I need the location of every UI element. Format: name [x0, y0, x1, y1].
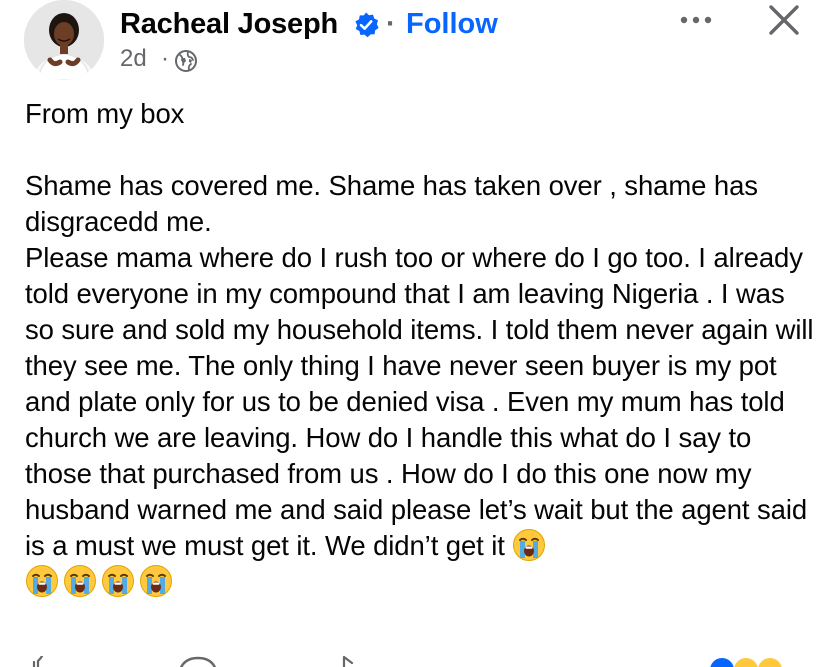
verified-badge-icon: [355, 12, 379, 38]
share-icon[interactable]: [340, 656, 364, 667]
follow-button[interactable]: Follow: [406, 8, 498, 41]
action-bar: [0, 650, 828, 667]
post-paragraph: From my box: [25, 98, 185, 129]
globe-icon[interactable]: [174, 49, 198, 73]
more-options-icon[interactable]: [676, 4, 716, 36]
avatar[interactable]: [24, 0, 104, 80]
post-paragraph-text: Please mama where do I rush too or where…: [25, 242, 821, 561]
like-icon[interactable]: [30, 656, 54, 667]
loudly-crying-face-icon: [102, 565, 134, 597]
post-paragraph: Shame has covered me. Shame has taken ov…: [25, 170, 766, 237]
profile-photo: [24, 0, 104, 80]
post-paragraph: Please mama where do I rush too or where…: [25, 240, 815, 564]
post-blank-line: [25, 132, 815, 168]
name-separator: ·: [386, 8, 396, 40]
post-text: From my box Shame has covered me. Shame …: [25, 96, 815, 600]
timestamp-separator: ·: [161, 45, 169, 72]
loudly-crying-face-icon: [513, 529, 546, 561]
close-icon[interactable]: [766, 2, 802, 38]
author-name[interactable]: Racheal Joseph: [120, 8, 338, 41]
emoji-row: [25, 564, 815, 600]
post-timestamp[interactable]: 2d: [120, 45, 147, 73]
comment-icon[interactable]: [178, 656, 218, 667]
reactions-icon[interactable]: [706, 658, 806, 667]
loudly-crying-face-icon: [140, 565, 172, 597]
facebook-post: Racheal Joseph · Follow 2d · From my box…: [0, 0, 828, 667]
loudly-crying-face-icon: [64, 565, 96, 597]
loudly-crying-face-icon: [26, 565, 58, 597]
